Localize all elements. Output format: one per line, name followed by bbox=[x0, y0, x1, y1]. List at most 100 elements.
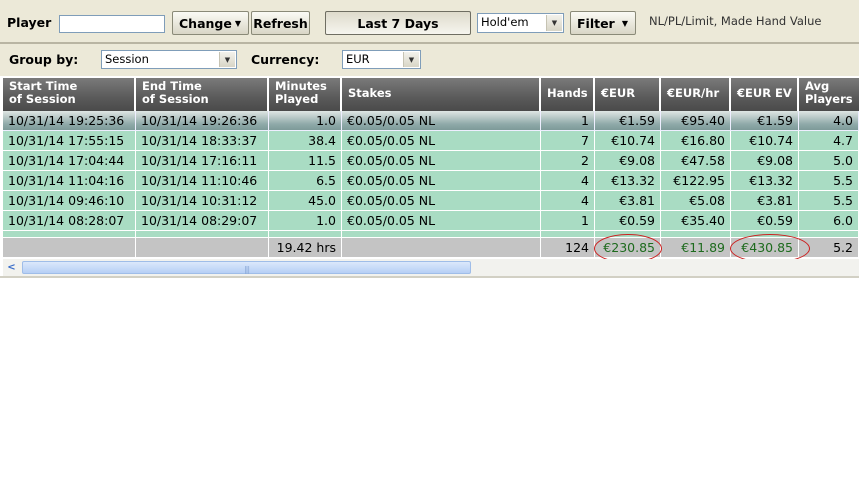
total-hands: 124 bbox=[541, 238, 595, 258]
chevron-down-icon[interactable]: ▼ bbox=[546, 15, 562, 31]
panel-bottom-border bbox=[0, 276, 859, 278]
filter-button[interactable]: Filter ▼ bbox=[570, 11, 636, 35]
game-type-select[interactable]: Hold'em ▼ bbox=[477, 13, 564, 33]
stakes-cell: €0.05/0.05 NL bbox=[342, 131, 541, 151]
column-header-avg-players[interactable]: Avg Players bbox=[799, 78, 859, 111]
chevron-down-icon[interactable]: ▼ bbox=[219, 52, 235, 67]
minutes-cell bbox=[269, 231, 342, 238]
stakes-cell: €0.05/0.05 NL bbox=[342, 191, 541, 211]
currency-value: EUR bbox=[346, 52, 370, 66]
minutes-cell: 6.5 bbox=[269, 171, 342, 191]
start-time-cell: 10/31/14 17:04:44 bbox=[3, 151, 136, 171]
table-row[interactable]: 10/31/14 11:04:16 10/31/14 11:10:46 6.5 … bbox=[3, 171, 859, 191]
last-7-days-button[interactable]: Last 7 Days bbox=[325, 11, 471, 35]
total-minutes: 19.42 hrs bbox=[269, 238, 342, 258]
filter-info-text: NL/PL/Limit, Made Hand Value bbox=[649, 14, 822, 28]
end-time-cell bbox=[136, 231, 269, 238]
header-text: €EUR EV bbox=[737, 86, 792, 100]
avg-players-cell: 4.0 bbox=[799, 111, 859, 131]
minutes-cell: 1.0 bbox=[269, 111, 342, 131]
filter-button-label: Filter bbox=[577, 15, 615, 31]
column-header-eur[interactable]: €EUR bbox=[595, 78, 661, 111]
column-header-start-time[interactable]: Start Time of Session bbox=[3, 78, 136, 111]
minutes-cell: 38.4 bbox=[269, 131, 342, 151]
stakes-cell: €0.05/0.05 NL bbox=[342, 111, 541, 131]
start-time-cell: 10/31/14 11:04:16 bbox=[3, 171, 136, 191]
eur-ev-cell: €9.08 bbox=[731, 151, 799, 171]
player-label: Player bbox=[7, 15, 52, 30]
eur-cell: €0.59 bbox=[595, 211, 661, 231]
end-time-cell: 10/31/14 17:16:11 bbox=[136, 151, 269, 171]
grouping-bar: Group by: Session ▼ Currency: EUR ▼ bbox=[0, 44, 859, 76]
avg-players-cell: 5.0 bbox=[799, 151, 859, 171]
column-header-stakes[interactable]: Stakes bbox=[342, 78, 541, 111]
eur-hr-cell: €16.80 bbox=[661, 131, 731, 151]
scrollbar-thumb[interactable]: ||| bbox=[22, 261, 471, 274]
table-row[interactable]: 10/31/14 09:46:10 10/31/14 10:31:12 45.0… bbox=[3, 191, 859, 211]
start-time-cell: 10/31/14 19:25:36 bbox=[3, 111, 136, 131]
avg-players-cell: 5.5 bbox=[799, 171, 859, 191]
column-header-minutes-played[interactable]: Minutes Played bbox=[269, 78, 342, 111]
table-row[interactable]: 10/31/14 17:55:15 10/31/14 18:33:37 38.4… bbox=[3, 131, 859, 151]
eur-cell: €13.32 bbox=[595, 171, 661, 191]
avg-players-cell: 5.5 bbox=[799, 191, 859, 211]
stakes-cell bbox=[342, 231, 541, 238]
end-time-cell: 10/31/14 18:33:37 bbox=[136, 131, 269, 151]
column-header-end-time[interactable]: End Time of Session bbox=[136, 78, 269, 111]
column-header-eur-ev[interactable]: €EUR EV bbox=[731, 78, 799, 111]
eur-ev-cell: €10.74 bbox=[731, 131, 799, 151]
header-text: of Session bbox=[9, 92, 76, 106]
currency-label: Currency: bbox=[251, 52, 320, 67]
table-row[interactable]: 10/31/14 17:04:44 10/31/14 17:16:11 11.5… bbox=[3, 151, 859, 171]
avg-players-cell bbox=[799, 231, 859, 238]
table-row[interactable]: 10/31/14 19:25:36 10/31/14 19:26:36 1.0 … bbox=[3, 111, 859, 131]
start-time-cell: 10/31/14 09:46:10 bbox=[3, 191, 136, 211]
stakes-cell: €0.05/0.05 NL bbox=[342, 171, 541, 191]
game-type-value: Hold'em bbox=[481, 15, 529, 29]
start-time-cell bbox=[3, 231, 136, 238]
column-header-hands[interactable]: Hands bbox=[541, 78, 595, 111]
currency-select[interactable]: EUR ▼ bbox=[342, 50, 421, 69]
end-time-cell: 10/31/14 10:31:12 bbox=[136, 191, 269, 211]
change-button[interactable]: Change ▼ bbox=[172, 11, 249, 35]
start-time-cell: 10/31/14 17:55:15 bbox=[3, 131, 136, 151]
header-text: €EUR/hr bbox=[667, 86, 720, 100]
hands-cell: 4 bbox=[541, 171, 595, 191]
chevron-down-icon[interactable]: ▼ bbox=[403, 52, 419, 67]
chevron-down-icon: ▼ bbox=[234, 18, 241, 28]
total-eur-hr: €11.89 bbox=[661, 238, 731, 258]
table-row[interactable]: 10/31/14 08:28:07 10/31/14 08:29:07 1.0 … bbox=[3, 211, 859, 231]
eur-ev-cell: €1.59 bbox=[731, 111, 799, 131]
end-time-cell: 10/31/14 08:29:07 bbox=[136, 211, 269, 231]
avg-players-cell: 4.7 bbox=[799, 131, 859, 151]
avg-players-cell: 6.0 bbox=[799, 211, 859, 231]
hands-cell: 1 bbox=[541, 211, 595, 231]
hands-cell bbox=[541, 231, 595, 238]
eur-hr-cell: €95.40 bbox=[661, 111, 731, 131]
refresh-button[interactable]: Refresh bbox=[251, 11, 310, 35]
end-time-cell: 10/31/14 19:26:36 bbox=[136, 111, 269, 131]
horizontal-scrollbar[interactable]: < ||| bbox=[3, 259, 859, 276]
end-time-cell: 10/31/14 11:10:46 bbox=[136, 171, 269, 191]
sessions-table: Start Time of Session End Time of Sessio… bbox=[3, 78, 859, 263]
stakes-cell: €0.05/0.05 NL bbox=[342, 151, 541, 171]
player-input[interactable] bbox=[59, 15, 165, 33]
chevron-down-icon: ▼ bbox=[621, 18, 628, 28]
header-text: Hands bbox=[547, 86, 588, 100]
hands-cell: 4 bbox=[541, 191, 595, 211]
change-button-label: Change bbox=[179, 15, 232, 31]
scroll-left-arrow-icon[interactable]: < bbox=[3, 259, 20, 276]
group-by-label: Group by: bbox=[9, 52, 79, 67]
eur-hr-cell: €122.95 bbox=[661, 171, 731, 191]
hands-cell: 2 bbox=[541, 151, 595, 171]
header-text: Played bbox=[275, 92, 319, 106]
total-empty-cell bbox=[342, 238, 541, 258]
start-time-cell: 10/31/14 08:28:07 bbox=[3, 211, 136, 231]
column-header-eur-hr[interactable]: €EUR/hr bbox=[661, 78, 731, 111]
table-row-partial[interactable] bbox=[3, 231, 859, 238]
eur-cell: €10.74 bbox=[595, 131, 661, 151]
header-text: Stakes bbox=[348, 86, 392, 100]
minutes-cell: 45.0 bbox=[269, 191, 342, 211]
hands-cell: 1 bbox=[541, 111, 595, 131]
group-by-select[interactable]: Session ▼ bbox=[101, 50, 237, 69]
